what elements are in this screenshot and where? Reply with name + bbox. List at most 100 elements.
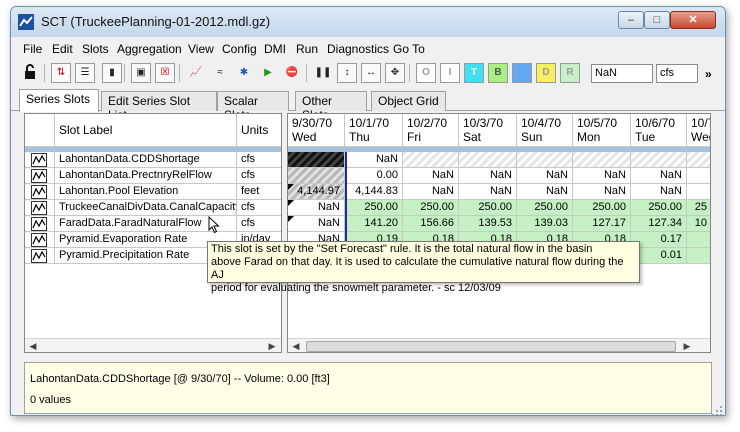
- slot-value-cell[interactable]: 4,144.97: [288, 184, 345, 200]
- date-column-header[interactable]: 10/5/70 Mon: [573, 114, 631, 147]
- fit-width-button[interactable]: ↔: [361, 63, 381, 83]
- menu-edit[interactable]: Edit: [52, 42, 73, 56]
- slot-value-cell[interactable]: 141.20: [345, 216, 403, 232]
- slot-value-cell[interactable]: 250.00: [345, 200, 403, 216]
- slot-value-cell[interactable]: [403, 152, 459, 168]
- tab-object-grid[interactable]: Object Grid: [371, 91, 446, 111]
- left-horizontal-scrollbar[interactable]: ◀ ▶: [25, 338, 281, 352]
- slot-units-cell[interactable]: cfs: [237, 200, 281, 216]
- slot-type-icon-cell[interactable]: [25, 248, 55, 264]
- slot-value-cell[interactable]: NaN: [573, 184, 631, 200]
- slot-value-cell[interactable]: 127.17: [573, 216, 631, 232]
- slot-value-cell[interactable]: [459, 152, 517, 168]
- lock-button[interactable]: [20, 63, 40, 83]
- fit-height-button[interactable]: ↕: [337, 63, 357, 83]
- slot-value-cell[interactable]: NaN: [288, 216, 345, 232]
- close-button[interactable]: ✕: [670, 11, 716, 29]
- slot-value-cell[interactable]: NaN: [573, 168, 631, 184]
- flag-color-button[interactable]: [512, 63, 532, 83]
- slot-type-icon-cell[interactable]: [25, 168, 55, 184]
- slot-value-cell[interactable]: [631, 152, 687, 168]
- slot-type-icon-cell[interactable]: [25, 232, 55, 248]
- run-person-button[interactable]: ✱: [234, 63, 254, 83]
- date-column-header[interactable]: 9/30/70 Wed: [288, 114, 345, 147]
- tab-series-slots[interactable]: Series Slots: [19, 89, 99, 112]
- slot-value-cell[interactable]: NaN: [288, 200, 345, 216]
- header-units[interactable]: Units: [237, 114, 281, 147]
- menu-dmi[interactable]: DMI: [264, 42, 286, 56]
- menu-aggregation[interactable]: Aggregation: [117, 42, 182, 56]
- slot-value-cell[interactable]: 250.00: [517, 200, 573, 216]
- menu-go-to[interactable]: Go To: [393, 42, 425, 56]
- slot-value-cell[interactable]: 4,144.83: [345, 184, 403, 200]
- slot-value-cell[interactable]: NaN: [345, 152, 403, 168]
- menu-file[interactable]: File: [23, 42, 42, 56]
- scroll-left-icon[interactable]: ◀: [26, 340, 40, 352]
- resize-grip-icon[interactable]: [711, 405, 723, 416]
- slot-units-cell[interactable]: cfs: [237, 216, 281, 232]
- slot-value-cell[interactable]: [687, 152, 710, 168]
- tab-edit-series-slot-list[interactable]: Edit Series Slot List: [101, 91, 217, 122]
- slot-label-cell[interactable]: LahontanData.PrectnryRelFlow: [55, 168, 237, 184]
- slot-value-cell[interactable]: 250.00: [573, 200, 631, 216]
- date-column-header[interactable]: 10/7/Wed: [687, 114, 710, 147]
- column-width-button[interactable]: ❚❚: [313, 63, 333, 83]
- slot-value-cell[interactable]: [687, 168, 710, 184]
- slot-value-cell[interactable]: 127.34: [631, 216, 687, 232]
- minimize-button[interactable]: –: [618, 11, 644, 29]
- slot-value-cell[interactable]: [288, 152, 345, 168]
- slot-value-cell[interactable]: [517, 152, 573, 168]
- slot-value-cell[interactable]: NaN: [517, 168, 573, 184]
- date-column-header[interactable]: 10/4/70 Sun: [517, 114, 573, 147]
- fit-all-button[interactable]: ✥: [385, 63, 405, 83]
- slot-value-cell[interactable]: NaN: [631, 168, 687, 184]
- flag-i-button[interactable]: I: [440, 63, 460, 83]
- flag-d-button[interactable]: D: [536, 63, 556, 83]
- slot-units-cell[interactable]: feet: [237, 184, 281, 200]
- open-slot-button[interactable]: ▣: [131, 63, 151, 83]
- value-field[interactable]: NaN: [591, 64, 653, 83]
- slot-value-cell[interactable]: NaN: [403, 168, 459, 184]
- slot-value-cell[interactable]: [687, 232, 710, 248]
- slot-type-icon-cell[interactable]: [25, 216, 55, 232]
- slot-value-cell[interactable]: 156.66: [403, 216, 459, 232]
- flag-r-button[interactable]: R: [560, 63, 580, 83]
- run-button[interactable]: ▶: [258, 63, 278, 83]
- slot-value-cell[interactable]: [573, 152, 631, 168]
- slot-value-cell[interactable]: 10: [687, 216, 710, 232]
- date-column-header[interactable]: 10/3/70 Sat: [459, 114, 517, 147]
- flag-t-button[interactable]: T: [464, 63, 484, 83]
- maximize-button[interactable]: □: [644, 11, 670, 29]
- slot-value-cell[interactable]: 25: [687, 200, 710, 216]
- slot-value-cell[interactable]: [288, 168, 345, 184]
- slot-value-cell[interactable]: 250.00: [631, 200, 687, 216]
- slot-type-icon-cell[interactable]: [25, 184, 55, 200]
- slot-value-cell[interactable]: 139.03: [517, 216, 573, 232]
- flag-o-button[interactable]: O: [416, 63, 436, 83]
- slot-list-button[interactable]: ☰: [75, 63, 95, 83]
- slot-type-icon-cell[interactable]: [25, 200, 55, 216]
- slot-units-cell[interactable]: cfs: [237, 152, 281, 168]
- menu-slots[interactable]: Slots: [82, 42, 109, 56]
- slot-value-cell[interactable]: [687, 184, 710, 200]
- date-column-header[interactable]: 10/6/70 Tue: [631, 114, 687, 147]
- units-field[interactable]: cfs: [656, 64, 698, 83]
- menu-view[interactable]: View: [188, 42, 214, 56]
- flag-b-button[interactable]: B: [488, 63, 508, 83]
- menu-diagnostics[interactable]: Diagnostics: [327, 42, 389, 56]
- plot-button[interactable]: 📈: [186, 63, 206, 83]
- slot-value-cell[interactable]: 0.00: [345, 168, 403, 184]
- slot-value-cell[interactable]: 139.53: [459, 216, 517, 232]
- slot-value-cell[interactable]: NaN: [517, 184, 573, 200]
- slot-value-cell[interactable]: 250.00: [459, 200, 517, 216]
- scroll-thumb[interactable]: [306, 341, 676, 352]
- date-column-header[interactable]: 10/1/70 Thu: [345, 114, 403, 147]
- slot-value-cell[interactable]: NaN: [459, 168, 517, 184]
- scroll-right-icon[interactable]: ▶: [680, 340, 694, 352]
- remove-slot-button[interactable]: ☒: [155, 63, 175, 83]
- header-slot-label[interactable]: Slot Label: [55, 114, 237, 147]
- slot-value-cell[interactable]: 250.00: [403, 200, 459, 216]
- slot-type-icon-cell[interactable]: [25, 152, 55, 168]
- scroll-right-icon[interactable]: ▶: [265, 340, 279, 352]
- sync-slot-button[interactable]: ⇅: [51, 63, 71, 83]
